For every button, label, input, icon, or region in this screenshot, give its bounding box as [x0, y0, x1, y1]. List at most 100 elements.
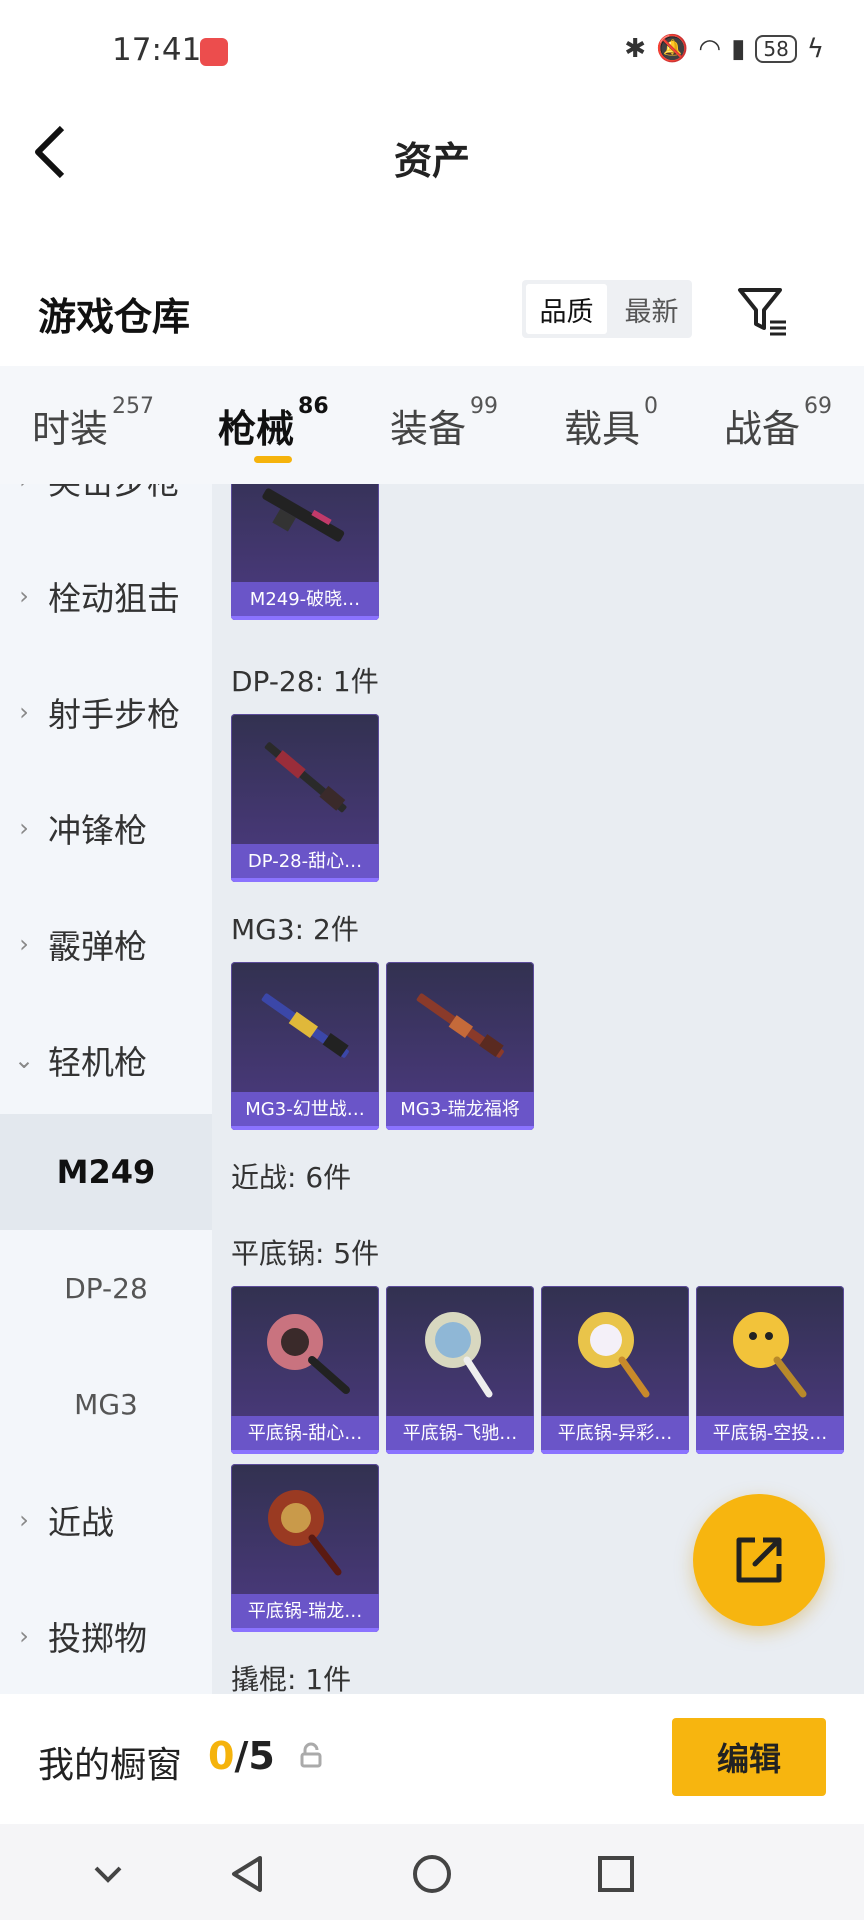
edit-button[interactable]: 编辑	[672, 1718, 826, 1796]
item-card-name: MG3-幻世战…	[231, 1092, 379, 1130]
tab-vehicles[interactable]: 载具0	[564, 394, 658, 453]
sidebar-item-throwables[interactable]: › 投掷物	[0, 1578, 212, 1694]
item-card-name: 平底锅-飞驰…	[386, 1416, 534, 1454]
item-card-name: MG3-瑞龙福将	[386, 1092, 534, 1130]
active-tab-indicator	[254, 456, 292, 463]
tab-label: 时装	[32, 407, 109, 451]
mute-icon: 🔕	[656, 34, 689, 64]
sidebar-item-assault-rifle[interactable]: ›突击步枪	[0, 484, 212, 538]
sidebar-item-label: 轻机枪	[48, 1043, 147, 1082]
sort-toggle: 品质 最新	[522, 280, 692, 338]
tab-count: 86	[298, 394, 329, 419]
share-icon	[736, 1537, 782, 1583]
charging-icon: ϟ	[806, 34, 824, 64]
tab-label: 战备	[724, 407, 801, 451]
pan-image	[231, 1464, 379, 1592]
item-card[interactable]: 平底锅-瑞龙…	[231, 1464, 379, 1632]
showcase-current: 0	[208, 1734, 235, 1778]
item-card-name: 平底锅-空投…	[696, 1416, 844, 1454]
sidebar-item-label: 射手步枪	[48, 695, 180, 734]
tab-label: 枪械	[218, 407, 295, 451]
sort-quality[interactable]: 品质	[526, 284, 607, 334]
showcase-count: 0/5	[208, 1734, 275, 1778]
group-label: MG3: 2件	[231, 913, 359, 946]
chevron-right-icon: ›	[19, 698, 29, 726]
sort-newest[interactable]: 最新	[611, 280, 692, 338]
item-card[interactable]: 平底锅-飞驰…	[386, 1286, 534, 1454]
tab-label: 装备	[390, 407, 467, 451]
item-card-name: 平底锅-异彩…	[541, 1416, 689, 1454]
status-icons: ✱ 🔕 ◠ ▮ 58 ϟ	[624, 34, 824, 64]
chevron-right-icon: ›	[19, 930, 29, 958]
share-fab-button[interactable]	[693, 1494, 825, 1626]
sidebar-item-lmg[interactable]: ⌄ 轻机枪	[0, 1002, 212, 1118]
warehouse-title: 游戏仓库	[38, 295, 191, 339]
gun-image	[386, 962, 534, 1090]
sidebar-item-label: 冲锋枪	[48, 811, 147, 850]
sidebar-item-label: 突击步枪	[48, 484, 180, 504]
chevron-right-icon: ›	[19, 1506, 29, 1534]
tab-label: 载具	[564, 407, 641, 451]
item-card[interactable]: 平底锅-空投…	[696, 1286, 844, 1454]
tab-count: 0	[644, 394, 659, 419]
item-card[interactable]: MG3-瑞龙福将	[386, 962, 534, 1130]
sidebar-item-marksman-rifle[interactable]: › 射手步枪	[0, 654, 212, 770]
pan-image	[386, 1286, 534, 1414]
item-card[interactable]: MG3-幻世战…	[231, 962, 379, 1130]
item-card-name: DP-28-甜心…	[231, 844, 379, 882]
group-label: 近战: 6件	[231, 1161, 352, 1194]
category-sidebar: ›突击步枪 ›栓动狙击 ›射手步枪 ›冲锋枪 ›霰弹枪 ⌄轻机枪 M249 DP…	[0, 484, 212, 1694]
sidebar-item-bolt-sniper[interactable]: › 栓动狙击	[0, 538, 212, 654]
item-card[interactable]: 平底锅-异彩…	[541, 1286, 689, 1454]
tab-count: 257	[112, 394, 155, 419]
bluetooth-icon: ✱	[624, 34, 647, 64]
tab-supplies[interactable]: 战备69	[724, 394, 832, 453]
group-label: DP-28: 1件	[231, 665, 379, 698]
group-label: 撬棍: 1件	[231, 1663, 352, 1694]
status-time: 17:41	[112, 32, 202, 68]
back-triangle-icon[interactable]	[224, 1850, 272, 1898]
item-card-name: 平底锅-瑞龙…	[231, 1594, 379, 1632]
chevron-right-icon: ›	[19, 814, 29, 842]
group-label: 平底锅: 5件	[231, 1237, 380, 1270]
chevron-right-icon: ›	[0, 484, 48, 494]
sidebar-item-label: 投掷物	[48, 1619, 147, 1658]
gun-image	[231, 484, 379, 580]
chevron-right-icon: ›	[19, 582, 29, 610]
sidebar-item-label: 近战	[48, 1503, 114, 1542]
alert-icon: ▮	[731, 34, 746, 64]
item-card[interactable]: M249-破晓…	[231, 484, 379, 620]
showcase-label: 我的橱窗	[38, 1745, 183, 1786]
sidebar-item-shotgun[interactable]: › 霰弹枪	[0, 886, 212, 1002]
sidebar-item-smg[interactable]: › 冲锋枪	[0, 770, 212, 886]
sidebar-subitem-m249[interactable]: M249	[0, 1114, 212, 1230]
item-card-name: M249-破晓…	[231, 582, 379, 620]
page-title: 资产	[393, 139, 470, 183]
item-card[interactable]: DP-28-甜心…	[231, 714, 379, 882]
sidebar-item-melee[interactable]: › 近战	[0, 1462, 212, 1578]
filter-icon[interactable]	[736, 284, 790, 338]
chevron-right-icon: ›	[19, 1622, 29, 1650]
tab-firearms[interactable]: 枪械86	[218, 394, 329, 453]
sidebar-item-label: 霰弹枪	[48, 927, 147, 966]
app-notification-icon	[200, 38, 228, 66]
gun-image	[231, 714, 379, 842]
home-circle-icon[interactable]	[408, 1850, 456, 1898]
tab-count: 99	[470, 394, 499, 419]
pan-image	[231, 1286, 379, 1414]
gun-image	[231, 962, 379, 1090]
item-card[interactable]: 平底锅-甜心…	[231, 1286, 379, 1454]
wifi-icon: ◠	[698, 34, 722, 64]
recents-square-icon[interactable]	[592, 1850, 640, 1898]
chevron-down-icon[interactable]	[84, 1850, 132, 1898]
tab-count: 69	[804, 394, 833, 419]
battery-icon: 58	[755, 35, 797, 63]
pan-image	[696, 1286, 844, 1414]
tab-equipment[interactable]: 装备99	[390, 394, 498, 453]
chevron-down-icon: ⌄	[13, 1046, 35, 1074]
sidebar-item-label: 栓动狙击	[48, 579, 180, 618]
sidebar-subitem-dp28[interactable]: DP-28	[0, 1230, 212, 1346]
item-card-name: 平底锅-甜心…	[231, 1416, 379, 1454]
sidebar-subitem-mg3[interactable]: MG3	[0, 1346, 212, 1462]
tab-costume[interactable]: 时装257	[32, 394, 154, 453]
